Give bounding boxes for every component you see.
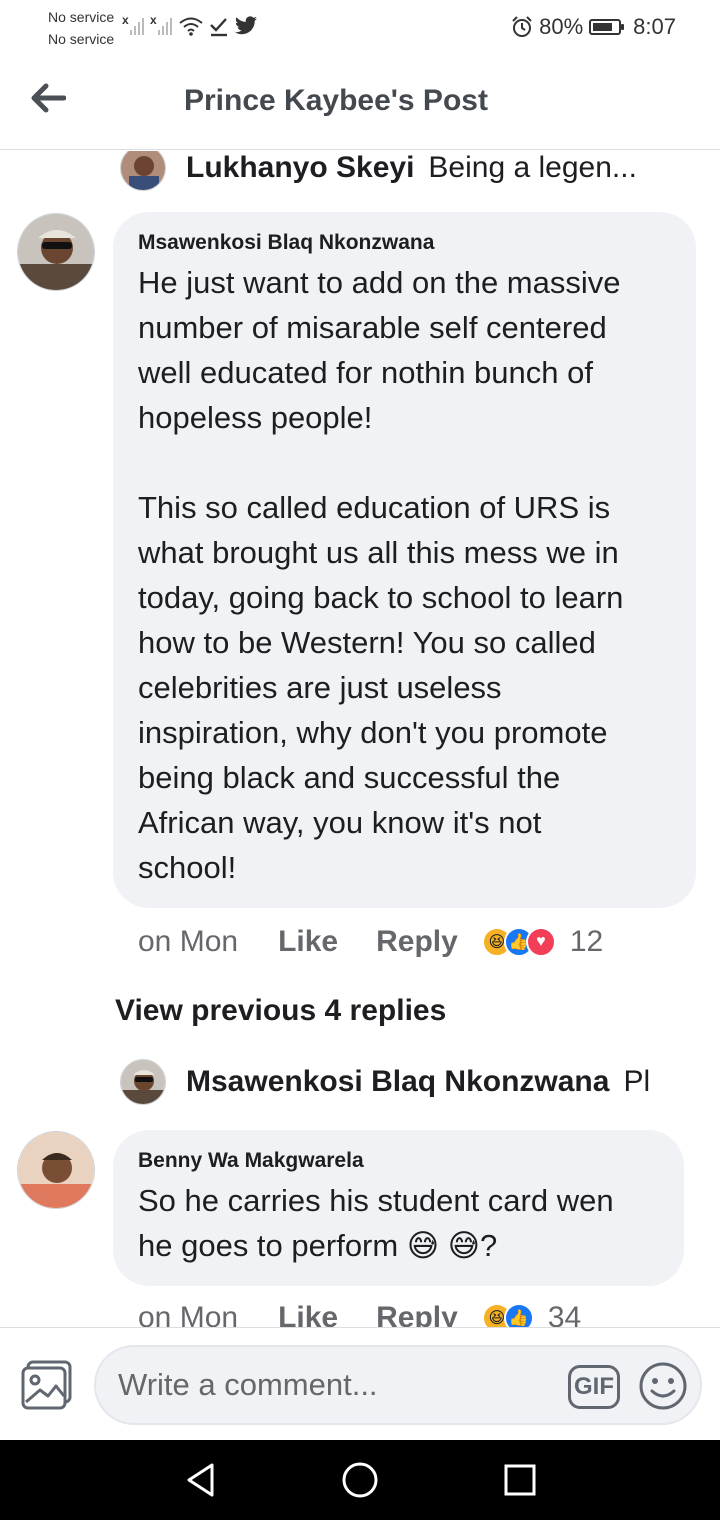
recents-square-icon bbox=[504, 1464, 536, 1496]
reply-snippet: Pl bbox=[623, 1065, 651, 1098]
comment-text: So he carries his student card wen he go… bbox=[138, 1183, 614, 1263]
gif-button[interactable]: GIF bbox=[568, 1365, 620, 1409]
reply-author-name[interactable]: Msawenkosi Blaq Nkonzwana bbox=[186, 1065, 609, 1099]
comments-feed[interactable]: Lukhanyo Skeyi Being a legen... Msawenko… bbox=[0, 151, 720, 1327]
reply-button[interactable]: Reply bbox=[376, 925, 458, 959]
reaction-icons[interactable]: 😆 👍 ♥ bbox=[481, 927, 556, 957]
battery-percent: 80% bbox=[539, 14, 584, 39]
comment-actions: on Mon Like Reply 😆 👍 34 bbox=[138, 1298, 581, 1327]
add-photo-button[interactable] bbox=[20, 1360, 74, 1410]
emoji-button[interactable] bbox=[638, 1361, 688, 1411]
battery-icon bbox=[589, 19, 625, 35]
alarm-icon bbox=[512, 16, 532, 37]
service-label-sim1: No service bbox=[48, 9, 115, 25]
service-label-sim2: No service bbox=[48, 31, 115, 47]
avatar[interactable] bbox=[17, 213, 95, 291]
comment-text: He just want to add on the massive numbe… bbox=[138, 265, 624, 885]
check-download-icon bbox=[210, 18, 227, 37]
reply-preview[interactable]: Msawenkosi Blaq Nkonzwana Pl bbox=[120, 1059, 680, 1105]
page-title: Prince Kaybee's Post bbox=[184, 84, 488, 117]
back-triangle-icon bbox=[187, 1463, 214, 1497]
nav-home-button[interactable] bbox=[338, 1458, 382, 1502]
comment-timestamp[interactable]: on Mon bbox=[138, 925, 238, 959]
home-circle-icon bbox=[342, 1462, 378, 1498]
comment-author[interactable]: Benny Wa Makgwarela bbox=[138, 1148, 660, 1174]
back-button[interactable] bbox=[26, 78, 70, 118]
status-icons-left: x x bbox=[122, 12, 258, 40]
reply-author-name[interactable]: Lukhanyo Skeyi bbox=[186, 151, 414, 185]
reply-preview[interactable]: Lukhanyo Skeyi Being a legen... bbox=[120, 151, 680, 191]
wifi-icon bbox=[179, 17, 203, 36]
comment-input-placeholder: Write a comment... bbox=[118, 1367, 378, 1402]
status-bar: No service No service x x 80% 8:07 bbox=[0, 0, 720, 56]
back-arrow-icon bbox=[31, 83, 66, 113]
app-header: Prince Kaybee's Post bbox=[0, 56, 720, 150]
comment-input[interactable]: Write a comment... GIF bbox=[94, 1345, 702, 1425]
smiley-icon bbox=[639, 1362, 687, 1410]
signal-icon: x bbox=[150, 13, 174, 37]
twitter-icon bbox=[235, 16, 257, 35]
view-previous-replies-link[interactable]: View previous 4 replies bbox=[115, 994, 446, 1028]
nav-recents-button[interactable] bbox=[498, 1458, 542, 1502]
reaction-icons[interactable]: 😆 👍 bbox=[481, 1303, 534, 1327]
comment-timestamp[interactable]: on Mon bbox=[138, 1301, 238, 1327]
reaction-count[interactable]: 34 bbox=[548, 1301, 581, 1327]
reply-snippet: Being a legen... bbox=[428, 151, 637, 184]
comment-bubble[interactable]: Benny Wa Makgwarela So he carries his st… bbox=[113, 1130, 684, 1286]
reply-button[interactable]: Reply bbox=[376, 1301, 458, 1327]
system-nav-bar bbox=[0, 1440, 720, 1520]
comment-actions: on Mon Like Reply 😆 👍 ♥ 12 bbox=[138, 922, 603, 962]
comment-bubble[interactable]: Msawenkosi Blaq Nkonzwana He just want t… bbox=[113, 212, 696, 908]
signal-icon: x bbox=[122, 13, 146, 37]
comment-composer: Write a comment... GIF bbox=[0, 1327, 720, 1440]
avatar[interactable] bbox=[120, 151, 166, 191]
clock-time: 8:07 bbox=[633, 14, 676, 39]
photo-icon bbox=[21, 1360, 72, 1410]
avatar[interactable] bbox=[17, 1131, 95, 1209]
love-reaction-icon: ♥ bbox=[525, 927, 556, 957]
like-reaction-icon: 👍 bbox=[503, 1303, 534, 1327]
reaction-count[interactable]: 12 bbox=[570, 925, 603, 959]
status-icons-right: 80% 8:07 bbox=[511, 12, 676, 42]
like-button[interactable]: Like bbox=[278, 1301, 338, 1327]
nav-back-button[interactable] bbox=[178, 1458, 222, 1502]
comment-author[interactable]: Msawenkosi Blaq Nkonzwana bbox=[138, 230, 672, 256]
avatar[interactable] bbox=[120, 1059, 166, 1105]
like-button[interactable]: Like bbox=[278, 925, 338, 959]
